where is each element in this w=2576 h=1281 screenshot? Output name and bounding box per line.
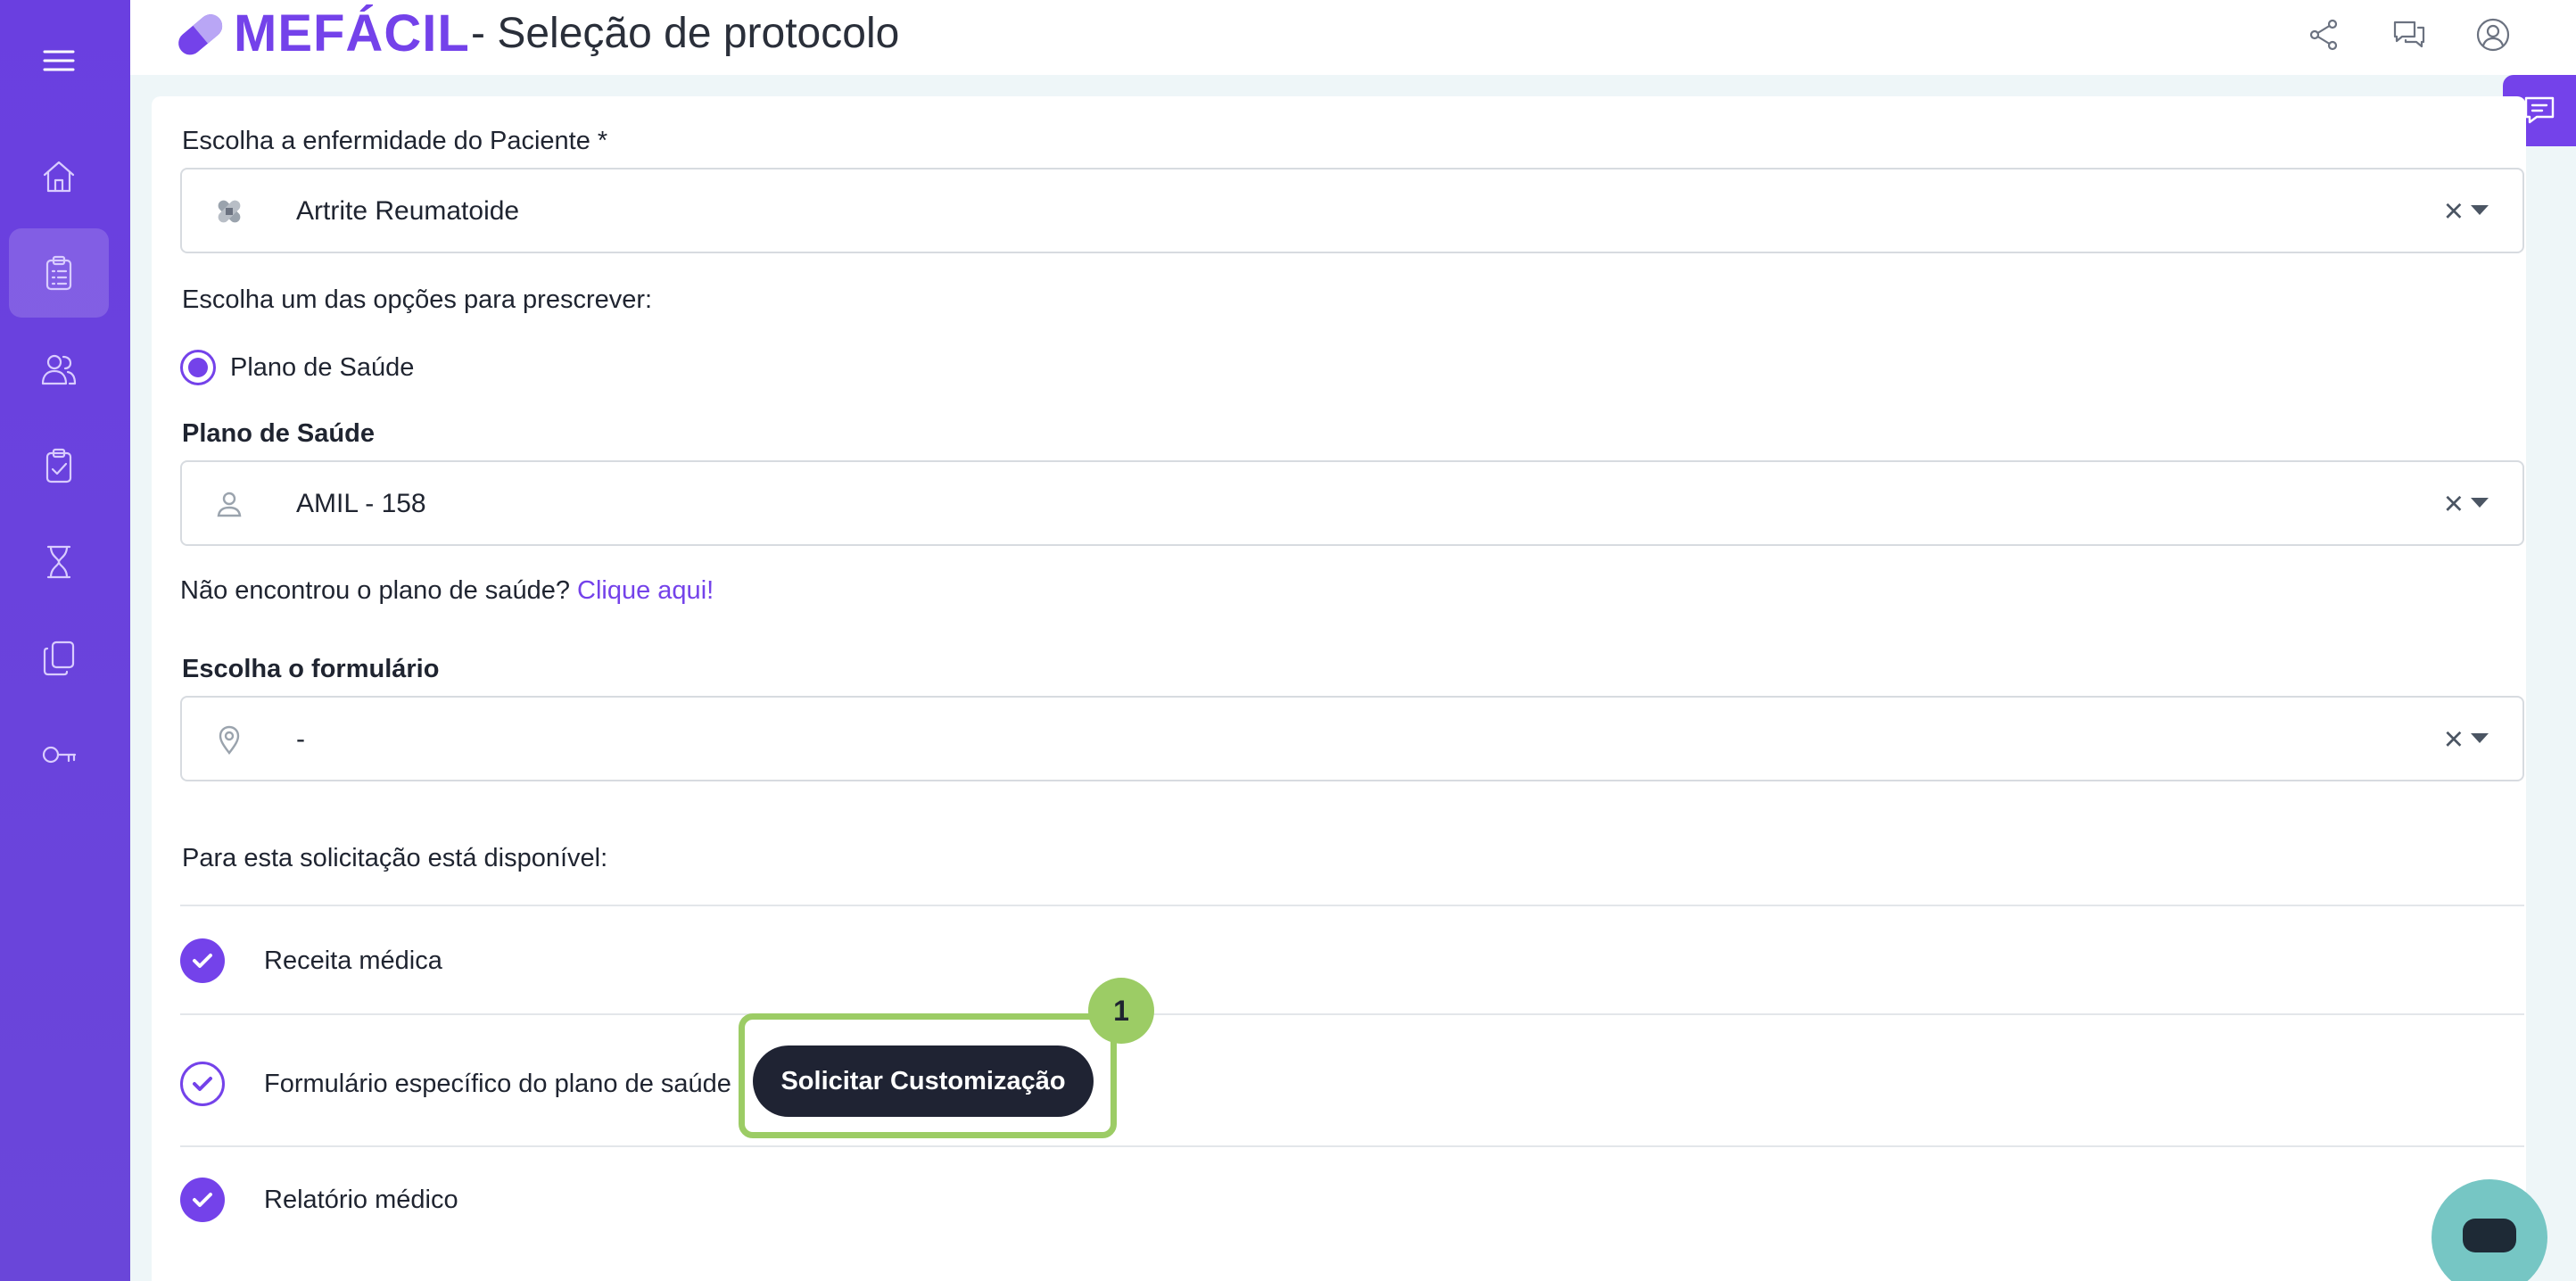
sidebar-item-home[interactable] (9, 132, 109, 221)
availability-heading: Para esta solicitação está disponível: (182, 844, 608, 872)
chevron-down-icon[interactable] (2471, 733, 2489, 743)
protocol-form-card: Escolha a enfermidade do Paciente * Artr… (152, 96, 2526, 1281)
radio-label: Plano de Saúde (230, 352, 415, 382)
menu-icon (43, 50, 75, 71)
click-here-link[interactable]: Clique aqui! (577, 576, 714, 605)
health-plan-select[interactable]: AMIL - 158 × (180, 460, 2524, 546)
form-value: - (296, 724, 305, 754)
chevron-down-icon[interactable] (2471, 498, 2489, 508)
item-label: Relatório médico (264, 1185, 458, 1214)
plan-not-found-question: Não encontrou o plano de saúde? (180, 576, 570, 605)
clipboard-check-icon (45, 448, 72, 483)
brand-name: MEFÁCIL (234, 4, 470, 62)
bandage-icon (212, 194, 246, 228)
page-title: - Seleção de protocolo (471, 10, 900, 57)
user-icon (212, 487, 246, 521)
chevron-down-icon[interactable] (2471, 205, 2489, 215)
sidebar-item-documents[interactable] (9, 614, 109, 703)
support-chat-button[interactable] (2432, 1179, 2547, 1281)
share-icon (2309, 19, 2338, 51)
clear-health-plan-button[interactable]: × (2444, 482, 2464, 526)
step-badge: 1 (1088, 978, 1154, 1044)
sidebar-item-tasks[interactable] (9, 421, 109, 510)
sidebar-item-keys[interactable] (9, 710, 109, 799)
copy-documents-icon (43, 640, 75, 676)
user-circle-icon (2476, 18, 2510, 52)
request-customization-button[interactable]: Solicitar Customização (753, 1045, 1094, 1117)
check-circle-icon (180, 1178, 225, 1222)
list-item: Receita médica (180, 938, 442, 983)
health-plan-value: AMIL - 158 (296, 489, 426, 518)
key-icon (42, 746, 77, 764)
chat-icon (2463, 1219, 2516, 1252)
check-circle-outline-icon (180, 1062, 225, 1106)
check-circle-icon (180, 938, 225, 983)
disease-select[interactable]: Artrite Reumatoide × (180, 168, 2524, 253)
feedback-message-icon (2524, 96, 2555, 124)
sidebar (0, 0, 130, 1281)
health-plan-label: Plano de Saúde (182, 419, 375, 448)
profile-button[interactable] (2469, 11, 2517, 59)
form-select[interactable]: - × (180, 696, 2524, 781)
divider (180, 905, 2524, 906)
divider (180, 1145, 2524, 1147)
pill-logo-icon (178, 14, 223, 55)
messages-button[interactable] (2385, 11, 2433, 59)
clipboard-list-icon (45, 255, 72, 291)
home-icon (43, 161, 75, 193)
radio-health-plan[interactable]: Plano de Saúde (180, 350, 414, 385)
users-icon (41, 354, 77, 385)
clear-disease-button[interactable]: × (2444, 189, 2464, 234)
list-item: Relatório médico (180, 1178, 458, 1222)
top-header: MEFÁCIL - Seleção de protocolo (130, 0, 2576, 75)
chat-bubbles-icon (2393, 21, 2425, 48)
disease-value: Artrite Reumatoide (296, 196, 520, 226)
item-label: Formulário específico do plano de saúde (264, 1069, 731, 1098)
radio-selected-icon (180, 350, 216, 385)
divider (180, 1013, 2524, 1015)
form-label: Escolha o formulário (182, 655, 440, 683)
location-pin-icon (212, 723, 246, 756)
item-label: Receita médica (264, 946, 442, 975)
clear-form-button[interactable]: × (2444, 717, 2464, 762)
options-label: Escolha um das opções para prescrever: (182, 285, 653, 314)
list-item: Formulário específico do plano de saúde (180, 1062, 731, 1106)
sidebar-item-pending[interactable] (9, 517, 109, 607)
sidebar-item-patients[interactable] (9, 325, 109, 414)
share-button[interactable] (2299, 11, 2348, 59)
disease-label: Escolha a enfermidade do Paciente * (182, 127, 608, 155)
hourglass-icon (46, 545, 71, 579)
plan-not-found-text: Não encontrou o plano de saúde? Clique a… (180, 576, 714, 606)
sidebar-item-protocols[interactable] (9, 228, 109, 318)
menu-button[interactable] (9, 16, 109, 105)
